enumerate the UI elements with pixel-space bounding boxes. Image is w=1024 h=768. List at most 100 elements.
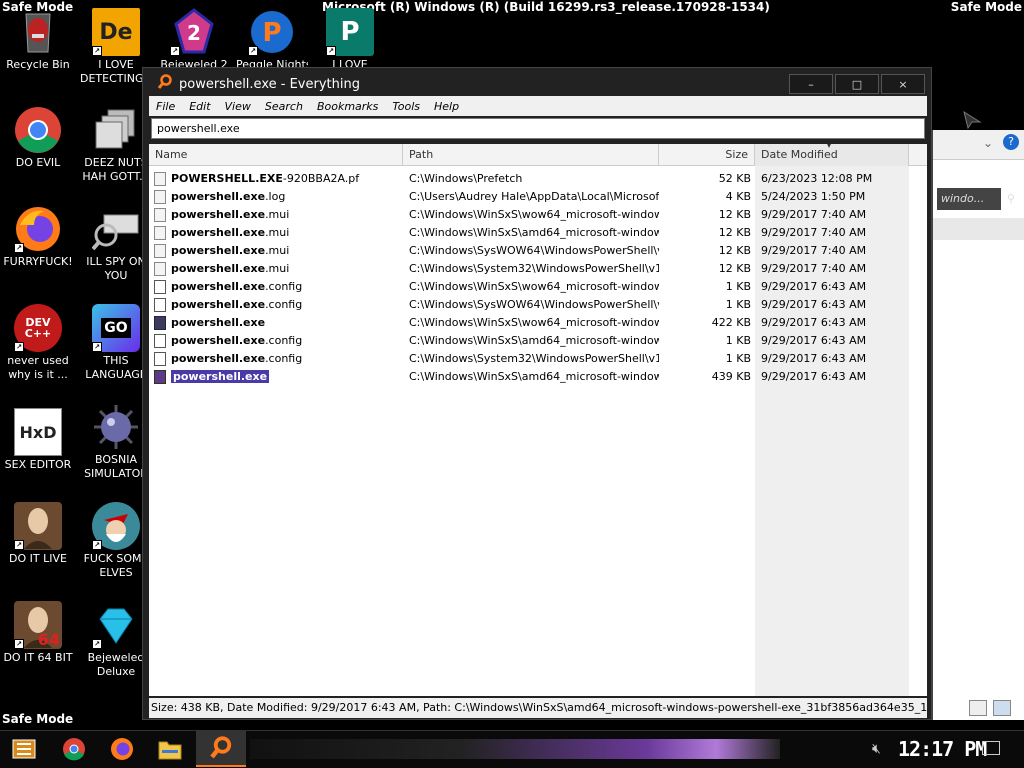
- desktop-icon-recycle-bin[interactable]: Recycle Bin: [2, 8, 74, 72]
- menu-bar: File Edit View Search Bookmarks Tools He…: [149, 96, 927, 116]
- cell-size: 12 KB: [718, 262, 751, 275]
- shortcut-arrow-icon: ↗: [248, 46, 258, 56]
- background-window-toolbar: ⌄ ?: [933, 130, 1024, 160]
- config-file-icon: [154, 280, 166, 294]
- menu-edit[interactable]: Edit: [182, 100, 217, 113]
- everything-taskbar-button[interactable]: [196, 731, 246, 767]
- cell-path: C:\Windows\WinSxS\amd64_microsoft-window…: [409, 334, 659, 347]
- start-icon[interactable]: [10, 735, 38, 763]
- shortcut-arrow-icon: ↗: [14, 342, 24, 352]
- column-header-path[interactable]: Path: [403, 144, 659, 166]
- table-row[interactable]: POWERSHELL.EXE-920BBA2A.pf C:\Windows\Pre…: [149, 170, 927, 188]
- column-header-date-modified[interactable]: Date Modified ▾: [755, 141, 909, 166]
- table-row[interactable]: powershell.exe.config C:\Windows\SysWOW64…: [149, 296, 927, 314]
- menu-help[interactable]: Help: [427, 100, 466, 113]
- notification-icon[interactable]: [982, 741, 1000, 755]
- everything-window[interactable]: powershell.exe - Everything – □ × File E…: [142, 67, 932, 720]
- executable-file-icon: [154, 370, 166, 384]
- svg-text:2: 2: [187, 21, 201, 45]
- shortcut-arrow-icon: ↗: [14, 243, 24, 253]
- name-bold: powershell.exe: [171, 316, 266, 329]
- safe-mode-label-bottom-left: Safe Mode: [2, 712, 74, 726]
- table-row[interactable]: powershell.exe.mui C:\Windows\WinSxS\amd6…: [149, 224, 927, 242]
- volume-muted-icon[interactable]: 🔇︎: [872, 741, 881, 757]
- table-row[interactable]: powershell.exe.log C:\Users\Audrey Hale\A…: [149, 188, 927, 206]
- mouse-cursor-icon: [962, 110, 982, 134]
- menu-view[interactable]: View: [218, 100, 258, 113]
- table-row[interactable]: powershell.exe.mui C:\Windows\System32\Wi…: [149, 260, 927, 278]
- config-file-icon: [154, 352, 166, 366]
- maximize-button[interactable]: □: [835, 74, 879, 94]
- table-row[interactable]: powershell.exe.config C:\Windows\System32…: [149, 350, 927, 368]
- cell-date-modified: 9/29/2017 6:43 AM: [761, 352, 867, 365]
- menu-tools[interactable]: Tools: [385, 100, 427, 113]
- large-icons-view-icon[interactable]: [993, 700, 1011, 716]
- name-ext: .mui: [265, 208, 290, 221]
- table-row[interactable]: powershell.exe.mui C:\Windows\WinSxS\wow6…: [149, 206, 927, 224]
- firefox-icon[interactable]: [108, 735, 136, 763]
- name-ext: .config: [265, 352, 303, 365]
- help-icon[interactable]: ?: [1003, 134, 1019, 150]
- search-icon[interactable]: ⚲: [1007, 188, 1015, 210]
- results-list[interactable]: Name Path Size Date Modified ▾ POWERSHEL…: [149, 141, 927, 696]
- peggle-icon: P ↗: [248, 8, 296, 56]
- search-input[interactable]: powershell.exe: [151, 118, 925, 139]
- cell-name: powershell.exe.mui: [171, 206, 401, 224]
- cell-path: C:\Users\Audrey Hale\AppData\Local\Micro…: [409, 190, 659, 203]
- de-app-icon: De ↗: [92, 8, 140, 56]
- cell-size: 4 KB: [725, 190, 751, 203]
- cell-size: 12 KB: [718, 208, 751, 221]
- cell-size: 1 KB: [725, 280, 751, 293]
- table-row[interactable]: powershell.exe C:\Windows\WinSxS\amd64_mi…: [149, 368, 927, 386]
- taskbar-clock[interactable]: 12:17 PM: [898, 737, 987, 761]
- table-row[interactable]: powershell.exe.config C:\Windows\WinSxS\a…: [149, 332, 927, 350]
- cell-path: C:\Windows\WinSxS\amd64_microsoft-window…: [409, 226, 659, 239]
- file-icon: [154, 226, 166, 240]
- column-header-name[interactable]: Name: [149, 144, 403, 166]
- desktop-icon-peggle-nights[interactable]: P ↗ Peggle Nights: [236, 8, 308, 72]
- cell-name: powershell.exe.mui: [171, 224, 401, 242]
- desktop-icon-do-evil[interactable]: DO EVIL: [2, 106, 74, 170]
- desktop-icon-i-love[interactable]: P ↗ I LOVE: [314, 8, 386, 72]
- menu-search[interactable]: Search: [258, 100, 310, 113]
- name-bold: POWERSHELL.EXE: [171, 172, 283, 185]
- minimize-button[interactable]: –: [789, 74, 833, 94]
- menu-file[interactable]: File: [149, 100, 182, 113]
- chrome-icon[interactable]: [60, 735, 88, 763]
- chevron-down-icon[interactable]: ⌄: [983, 136, 993, 150]
- santa-icon: ↗: [92, 502, 140, 550]
- table-row[interactable]: powershell.exe C:\Windows\WinSxS\wow64_mi…: [149, 314, 927, 332]
- desktop-icon-furryfuck[interactable]: ↗ FURRYFUCK!: [2, 205, 74, 269]
- desktop-icon-do-it-64-bit[interactable]: 64 ↗ DO IT 64 BIT: [2, 601, 74, 665]
- desktop-icon-never-used[interactable]: DEV C++ ↗ never used why is it ...: [2, 304, 74, 382]
- shortcut-arrow-icon: ↗: [92, 639, 102, 649]
- close-button[interactable]: ×: [881, 74, 925, 94]
- portrait-64-icon: 64 ↗: [14, 601, 62, 649]
- diamond-gem-icon: ↗: [92, 601, 140, 649]
- details-view-icon[interactable]: [969, 700, 987, 716]
- desktop-icon-bejeweled-2[interactable]: 2 ↗ Bejeweled 2: [158, 8, 230, 72]
- background-search-box[interactable]: windo... ⚲: [937, 188, 1015, 210]
- shortcut-arrow-icon: ↗: [92, 342, 102, 352]
- executable-file-icon: [154, 316, 166, 330]
- desktop-icon-sex-editor[interactable]: HxD SEX EDITOR: [2, 408, 74, 472]
- hxd-icon: HxD: [14, 408, 62, 456]
- cell-path: C:\Windows\Prefetch: [409, 172, 523, 185]
- desktop-icon-do-it-live[interactable]: ↗ DO IT LIVE: [2, 502, 74, 566]
- everything-search-icon: [157, 74, 173, 94]
- cell-name: powershell.exe.mui: [171, 260, 401, 278]
- table-row[interactable]: powershell.exe.mui C:\Windows\SysWOW64\Wi…: [149, 242, 927, 260]
- file-explorer-icon[interactable]: [156, 735, 184, 763]
- column-header-size[interactable]: Size: [659, 144, 755, 166]
- name-bold: powershell.exe: [171, 280, 266, 293]
- name-ext: .mui: [265, 262, 290, 275]
- cell-date-modified: 9/29/2017 6:43 AM: [761, 334, 867, 347]
- menu-bookmarks[interactable]: Bookmarks: [310, 100, 385, 113]
- table-row[interactable]: powershell.exe.config C:\Windows\WinSxS\w…: [149, 278, 927, 296]
- cell-size: 1 KB: [725, 334, 751, 347]
- background-window[interactable]: ⌄ ? windo... ⚲: [932, 130, 1024, 720]
- desktop-icon-label: DO EVIL: [15, 156, 61, 169]
- window-titlebar[interactable]: powershell.exe - Everything – □ ×: [143, 72, 931, 96]
- desktop-icon-label: FURRYFUCK!: [3, 255, 73, 268]
- cell-name: powershell.exe: [171, 314, 401, 332]
